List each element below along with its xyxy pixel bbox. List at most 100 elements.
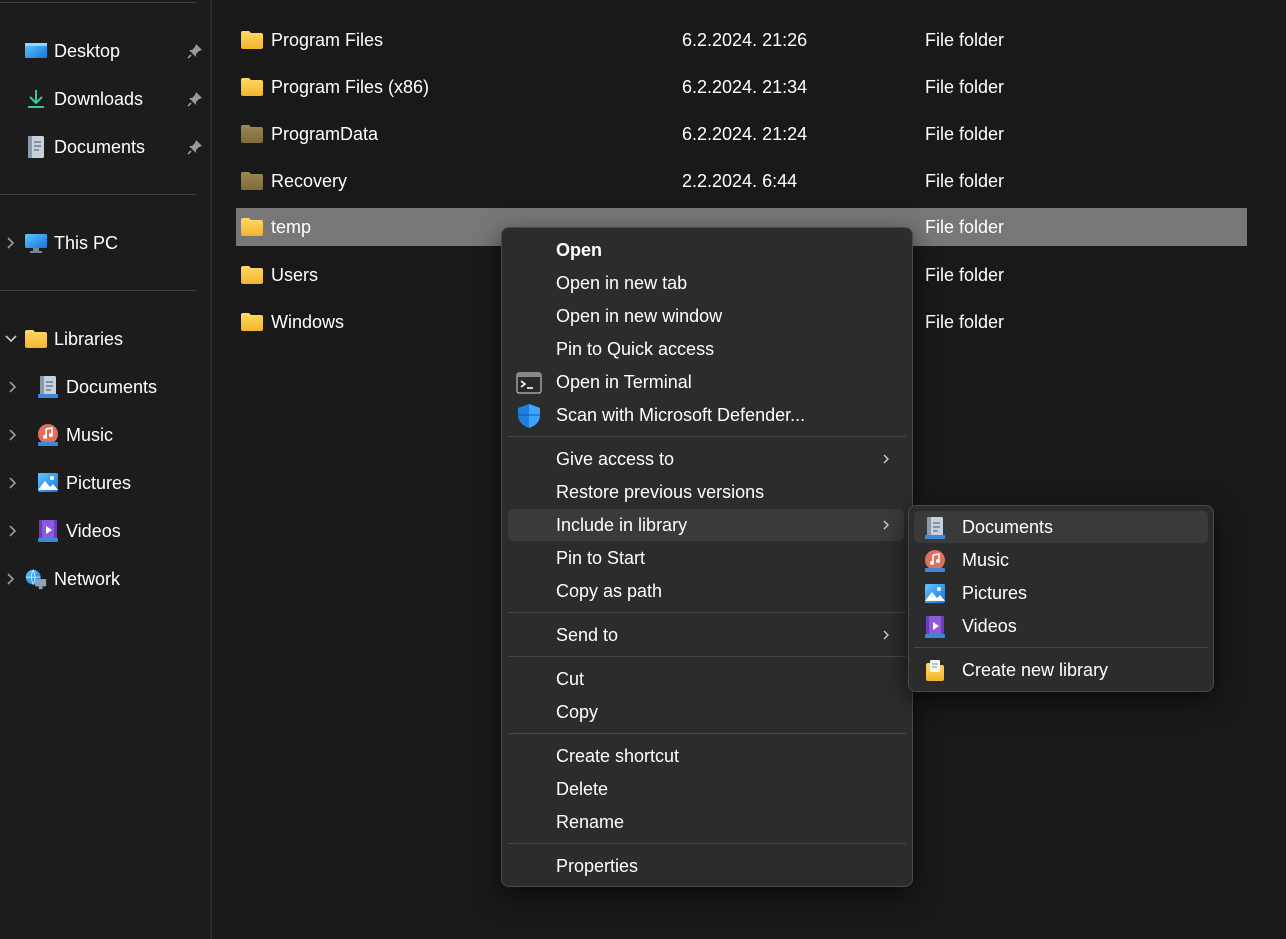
chevron-right-icon[interactable] bbox=[6, 428, 20, 442]
file-type: File folder bbox=[925, 77, 1005, 97]
chevron-right-icon[interactable] bbox=[4, 572, 18, 586]
menu-separator bbox=[508, 733, 906, 734]
pin-icon[interactable] bbox=[186, 90, 204, 108]
this-pc-icon bbox=[24, 231, 48, 255]
menu-item-open-in-new-tab[interactable]: Open in new tab bbox=[508, 267, 904, 299]
sidebar-item-desktop[interactable]: Desktop bbox=[24, 33, 120, 69]
submenu-item-label: Music bbox=[962, 550, 1010, 570]
file-row[interactable]: Program Files (x86) 6.2.2024. 21:34 File… bbox=[236, 68, 1247, 106]
submenu-item-videos[interactable]: Videos bbox=[914, 610, 1208, 642]
pin-icon[interactable] bbox=[186, 42, 204, 60]
menu-item-create-shortcut[interactable]: Create shortcut bbox=[508, 740, 904, 772]
file-row[interactable]: ProgramData 6.2.2024. 21:24 File folder bbox=[236, 115, 1247, 153]
menu-item-rename[interactable]: Rename bbox=[508, 806, 904, 838]
menu-item-pin-to-start[interactable]: Pin to Start bbox=[508, 542, 904, 574]
file-date: 6.2.2024. 21:24 bbox=[682, 124, 808, 144]
chevron-right-icon[interactable] bbox=[6, 476, 20, 490]
divider bbox=[0, 2, 196, 3]
menu-item-open-in-terminal[interactable]: Open in Terminal bbox=[508, 366, 904, 398]
menu-item-label: Restore previous versions bbox=[556, 482, 765, 502]
file-name: Recovery bbox=[271, 171, 348, 191]
menu-item-copy[interactable]: Copy bbox=[508, 696, 904, 728]
desktop-icon bbox=[24, 39, 48, 63]
videos-icon bbox=[36, 519, 60, 543]
submenu-item-label: Documents bbox=[962, 517, 1054, 537]
terminal-icon bbox=[516, 370, 542, 396]
folder-icon bbox=[240, 265, 264, 285]
menu-item-scan-with-defender[interactable]: Scan with Microsoft Defender... bbox=[508, 399, 904, 431]
submenu-item-pictures[interactable]: Pictures bbox=[914, 577, 1208, 609]
sidebar-item-downloads[interactable]: Downloads bbox=[24, 81, 143, 117]
submenu-item-music[interactable]: Music bbox=[914, 544, 1208, 576]
sidebar-item-library-documents[interactable]: Documents bbox=[36, 369, 157, 405]
file-date: 6.2.2024. 21:26 bbox=[682, 30, 808, 50]
libraries-folder-icon bbox=[24, 327, 48, 351]
sidebar-item-label: Downloads bbox=[54, 88, 144, 109]
documents-icon bbox=[922, 515, 948, 541]
menu-separator bbox=[508, 612, 906, 613]
music-icon bbox=[922, 548, 948, 574]
file-name: Windows bbox=[271, 312, 345, 332]
menu-item-label: Copy as path bbox=[556, 581, 663, 601]
menu-item-label: Send to bbox=[556, 625, 619, 645]
sidebar-item-this-pc[interactable]: This PC bbox=[24, 225, 118, 261]
chevron-right-icon bbox=[880, 517, 892, 533]
sidebar-item-libraries[interactable]: Libraries bbox=[24, 321, 123, 357]
menu-item-label: Pin to Start bbox=[556, 548, 646, 568]
sidebar-item-library-music[interactable]: Music bbox=[36, 417, 113, 453]
menu-item-pin-to-quick-access[interactable]: Pin to Quick access bbox=[508, 333, 904, 365]
submenu-item-create-new-library[interactable]: Create new library bbox=[914, 654, 1208, 686]
folder-icon bbox=[240, 217, 264, 237]
folder-icon bbox=[240, 312, 264, 332]
menu-item-label: Cut bbox=[556, 669, 585, 689]
sidebar-item-label: Music bbox=[66, 424, 114, 445]
menu-item-label: Open in new tab bbox=[556, 273, 688, 293]
chevron-down-icon[interactable] bbox=[4, 332, 18, 346]
chevron-right-icon[interactable] bbox=[4, 236, 18, 250]
include-in-library-submenu: Documents Music Pictures Videos Create n… bbox=[908, 505, 1214, 692]
file-row[interactable]: Recovery 2.2.2024. 6:44 File folder bbox=[236, 162, 1247, 200]
file-name: Program Files (x86) bbox=[271, 77, 430, 97]
sidebar-item-documents[interactable]: Documents bbox=[24, 129, 145, 165]
file-type: File folder bbox=[925, 217, 1005, 237]
menu-item-label: Open in Terminal bbox=[556, 372, 692, 392]
submenu-item-documents[interactable]: Documents bbox=[914, 511, 1208, 543]
submenu-item-label: Pictures bbox=[962, 583, 1028, 603]
folder-icon bbox=[240, 77, 264, 97]
sidebar-item-label: Documents bbox=[66, 376, 158, 397]
sidebar-item-library-videos[interactable]: Videos bbox=[36, 513, 121, 549]
file-name: temp bbox=[271, 217, 312, 237]
menu-item-send-to[interactable]: Send to bbox=[508, 619, 904, 651]
sidebar-item-library-pictures[interactable]: Pictures bbox=[36, 465, 131, 501]
file-name: Program Files bbox=[271, 30, 384, 50]
menu-item-open[interactable]: Open bbox=[508, 234, 904, 266]
sidebar-item-label: Libraries bbox=[54, 328, 124, 349]
menu-item-label: Open bbox=[556, 240, 603, 260]
chevron-right-icon[interactable] bbox=[6, 380, 20, 394]
menu-item-restore-previous-versions[interactable]: Restore previous versions bbox=[508, 476, 904, 508]
pin-icon[interactable] bbox=[186, 138, 204, 156]
downloads-icon bbox=[24, 87, 48, 111]
new-library-icon bbox=[922, 658, 948, 684]
chevron-right-icon[interactable] bbox=[6, 524, 20, 538]
documents-icon bbox=[24, 135, 48, 159]
defender-shield-icon bbox=[516, 403, 542, 429]
menu-item-cut[interactable]: Cut bbox=[508, 663, 904, 695]
file-row[interactable]: Program Files 6.2.2024. 21:26 File folde… bbox=[236, 21, 1247, 59]
menu-item-copy-as-path[interactable]: Copy as path bbox=[508, 575, 904, 607]
sidebar-item-network[interactable]: Network bbox=[24, 561, 120, 597]
menu-item-open-in-new-window[interactable]: Open in new window bbox=[508, 300, 904, 332]
menu-item-properties[interactable]: Properties bbox=[508, 850, 904, 882]
menu-item-give-access-to[interactable]: Give access to bbox=[508, 443, 904, 475]
menu-item-label: Properties bbox=[556, 856, 639, 876]
menu-separator bbox=[508, 843, 906, 844]
menu-item-label: Pin to Quick access bbox=[556, 339, 715, 359]
music-icon bbox=[36, 423, 60, 447]
menu-item-delete[interactable]: Delete bbox=[508, 773, 904, 805]
menu-item-include-in-library[interactable]: Include in library bbox=[508, 509, 904, 541]
sidebar-item-label: Network bbox=[54, 568, 121, 589]
folder-hidden-icon bbox=[240, 171, 264, 191]
file-date: 2.2.2024. 6:44 bbox=[682, 171, 798, 191]
file-type: File folder bbox=[925, 30, 1005, 50]
file-name: ProgramData bbox=[271, 124, 379, 144]
